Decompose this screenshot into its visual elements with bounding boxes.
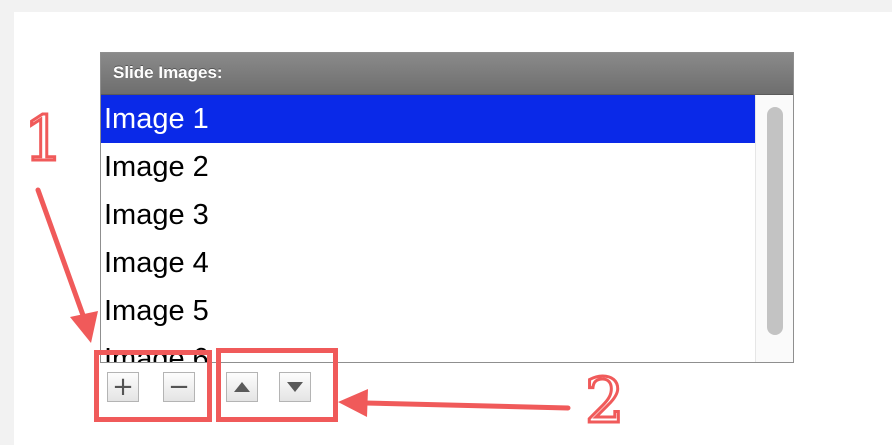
callout-number-2: 2 <box>583 364 625 437</box>
arrow-1 <box>35 187 98 343</box>
callout-number-1: 1 <box>22 102 64 175</box>
callout-arrows <box>35 187 571 417</box>
arrow-2 <box>338 389 571 417</box>
